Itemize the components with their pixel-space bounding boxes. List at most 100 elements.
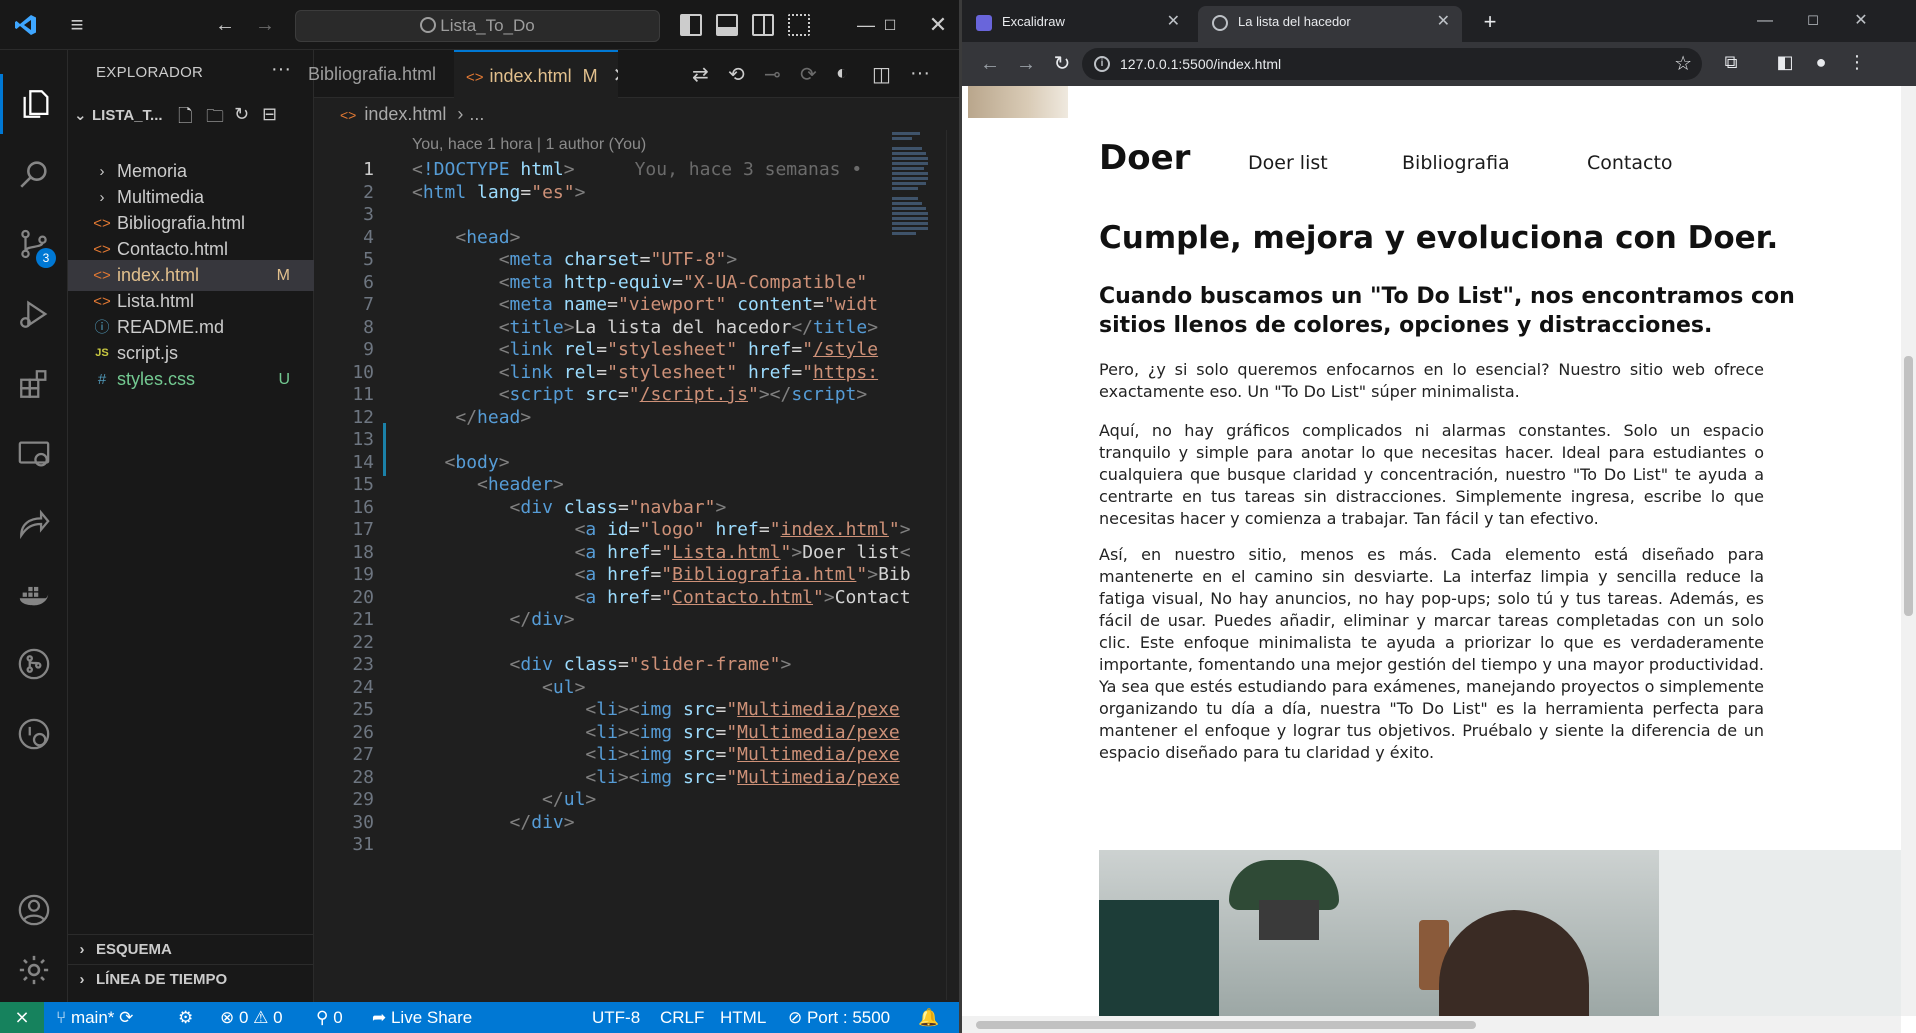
- close-tab-icon[interactable]: ✕: [1167, 6, 1180, 38]
- breadcrumb[interactable]: <> index.html ›...: [340, 104, 484, 125]
- remote-indicator-icon[interactable]: ⨯: [0, 1002, 44, 1033]
- nav-link-doer-list[interactable]: Doer list: [1248, 152, 1328, 174]
- browser-tab-excalidraw[interactable]: Excalidraw ✕: [962, 6, 1192, 42]
- profile-icon[interactable]: ●: [1808, 52, 1834, 73]
- new-folder-icon[interactable]: 🗀: [206, 104, 224, 134]
- body-paragraph: Así, en nuestro sitio, menos es más. Cad…: [1099, 545, 1764, 762]
- open-changes-icon[interactable]: ⇄: [692, 62, 709, 87]
- html-file-icon: <>: [340, 107, 357, 123]
- live-server-port[interactable]: ⊘ Port : 5500: [788, 1002, 890, 1033]
- search-icon: [420, 17, 437, 33]
- maximize-icon[interactable]: ☐: [1790, 0, 1836, 42]
- timeline-section[interactable]: › LÍNEA DE TIEMPO: [68, 964, 314, 994]
- address-bar[interactable]: i 127.0.0.1:5500/index.html ☆: [1082, 48, 1702, 80]
- refresh-icon[interactable]: ↻: [234, 104, 249, 125]
- language-mode[interactable]: HTML: [720, 1002, 766, 1033]
- explorer-sidebar: EXPLORADOR ··· ⌄ LISTA_T... 🗋 🗀 ↻ ⊟ › Memo…: [68, 50, 314, 1002]
- split-editor-icon[interactable]: ◫: [872, 62, 891, 87]
- hero-image: [1099, 850, 1901, 1016]
- previous-change-icon[interactable]: ⟲: [728, 62, 745, 87]
- site-info-icon[interactable]: i: [1094, 56, 1110, 72]
- accounts-icon[interactable]: [0, 880, 68, 940]
- live-share-button[interactable]: ➦ Live Share: [372, 1002, 472, 1033]
- ports-indicator[interactable]: ⚲ 0: [316, 1002, 343, 1033]
- more-actions-icon[interactable]: ···: [910, 62, 930, 85]
- code-line[interactable]: </div>: [412, 809, 575, 836]
- menu-icon[interactable]: ≡: [60, 0, 94, 50]
- git-commit-icon[interactable]: ⊸: [764, 62, 781, 87]
- next-change-icon[interactable]: ⟳: [800, 62, 817, 87]
- close-tab-icon[interactable]: ✕: [1437, 6, 1450, 38]
- file-status: U: [278, 371, 290, 388]
- toggle-panel-icon[interactable]: [716, 14, 738, 36]
- eol-indicator[interactable]: CRLF: [660, 1002, 704, 1033]
- back-icon[interactable]: ←: [210, 0, 240, 50]
- minimap[interactable]: [892, 130, 932, 300]
- source-control-badge: 3: [36, 248, 56, 268]
- page-horizontal-scrollbar[interactable]: [962, 1016, 1901, 1033]
- git-blame-codelens[interactable]: You, hace 1 hora | 1 author (You): [412, 136, 646, 154]
- file-item[interactable]: # styles.css U: [68, 364, 314, 395]
- nav-link-bibliografia[interactable]: Bibliografia: [1402, 152, 1510, 174]
- browser-tab-lista-hacedor[interactable]: La lista del hacedor ✕: [1198, 6, 1462, 42]
- notifications-bell-icon[interactable]: 🔔: [918, 1002, 939, 1033]
- explorer-icon[interactable]: [0, 74, 68, 134]
- live-share-icon: ➦: [372, 1008, 391, 1027]
- testing-icon[interactable]: [0, 704, 68, 764]
- new-tab-button[interactable]: +: [1476, 9, 1504, 37]
- extensions-icon[interactable]: [0, 354, 68, 414]
- back-icon[interactable]: ←: [974, 42, 1006, 86]
- toggle-primary-sidebar-icon[interactable]: [680, 14, 702, 36]
- browser-menu-icon[interactable]: ⋮: [1844, 52, 1870, 73]
- close-tab-icon[interactable]: ✕: [613, 65, 618, 87]
- maximize-icon[interactable]: ☐: [870, 0, 910, 50]
- sync-icon: ⟳: [119, 1008, 134, 1027]
- tab-index-html[interactable]: <>index.html M ✕: [454, 50, 618, 98]
- branch-indicator[interactable]: ⑂ main* ⟳: [56, 1002, 133, 1033]
- more-actions-icon[interactable]: ···: [271, 58, 291, 81]
- bookmark-star-icon[interactable]: ☆: [1674, 48, 1692, 80]
- git-graph-icon[interactable]: [0, 634, 68, 694]
- extensions-puzzle-icon[interactable]: ⧉: [1718, 52, 1744, 73]
- globe-favicon-icon: [1212, 15, 1228, 31]
- minimize-icon[interactable]: —: [1742, 0, 1788, 42]
- nav-link-contacto[interactable]: Contacto: [1587, 152, 1673, 174]
- chevron-right-icon: ›: [457, 104, 464, 124]
- excalidraw-favicon-icon: [976, 15, 992, 31]
- new-file-icon[interactable]: 🗋: [178, 104, 192, 134]
- editor-scrollbar[interactable]: [946, 130, 959, 1000]
- search-icon[interactable]: [0, 144, 68, 204]
- encoding-indicator[interactable]: UTF-8: [592, 1002, 640, 1033]
- live-share-icon[interactable]: [0, 494, 68, 554]
- settings-gear-icon[interactable]: [0, 940, 68, 1000]
- command-center-search[interactable]: Lista_To_Do: [295, 10, 660, 42]
- run-debug-icon[interactable]: [0, 284, 68, 344]
- open-preview-icon[interactable]: ◐: [836, 62, 848, 85]
- problems-indicator[interactable]: ⊗ 0 ⚠ 0: [220, 1002, 283, 1033]
- forward-icon[interactable]: →: [250, 0, 280, 50]
- web-page-content: Doer Doer list Bibliografia Contacto Cum…: [962, 86, 1901, 1016]
- git-graph-icon[interactable]: ⚙: [178, 1002, 193, 1033]
- workspace-folder[interactable]: ⌄ LISTA_T...: [74, 106, 314, 132]
- docker-icon[interactable]: [0, 564, 68, 624]
- source-control-icon[interactable]: 3: [0, 214, 68, 274]
- tab-bibliografia[interactable]: Bibliografia.html: [308, 50, 448, 98]
- forward-icon[interactable]: →: [1010, 42, 1042, 86]
- scrollbar-thumb[interactable]: [976, 1021, 1476, 1029]
- outline-section[interactable]: › ESQUEMA: [68, 934, 314, 964]
- code-line[interactable]: </div>: [412, 606, 575, 633]
- reload-icon[interactable]: ↻: [1046, 42, 1078, 86]
- side-panel-icon[interactable]: ◧: [1772, 52, 1798, 73]
- customize-layout-icon[interactable]: [788, 14, 810, 36]
- close-window-icon[interactable]: ✕: [918, 0, 958, 50]
- toggle-secondary-sidebar-icon[interactable]: [752, 14, 774, 36]
- code-line[interactable]: <html lang="es">: [412, 179, 585, 206]
- code-line[interactable]: </head>: [412, 404, 531, 431]
- site-logo[interactable]: Doer: [1099, 138, 1190, 178]
- code-editor[interactable]: 1 <!DOCTYPE html> You, hace 3 semanas • 2 <h…: [314, 156, 910, 1002]
- remote-explorer-icon[interactable]: [0, 424, 68, 484]
- page-vertical-scrollbar[interactable]: [1901, 86, 1916, 1016]
- scrollbar-thumb[interactable]: [1904, 356, 1913, 616]
- collapse-all-icon[interactable]: ⊟: [262, 104, 277, 125]
- close-window-icon[interactable]: ✕: [1838, 0, 1884, 42]
